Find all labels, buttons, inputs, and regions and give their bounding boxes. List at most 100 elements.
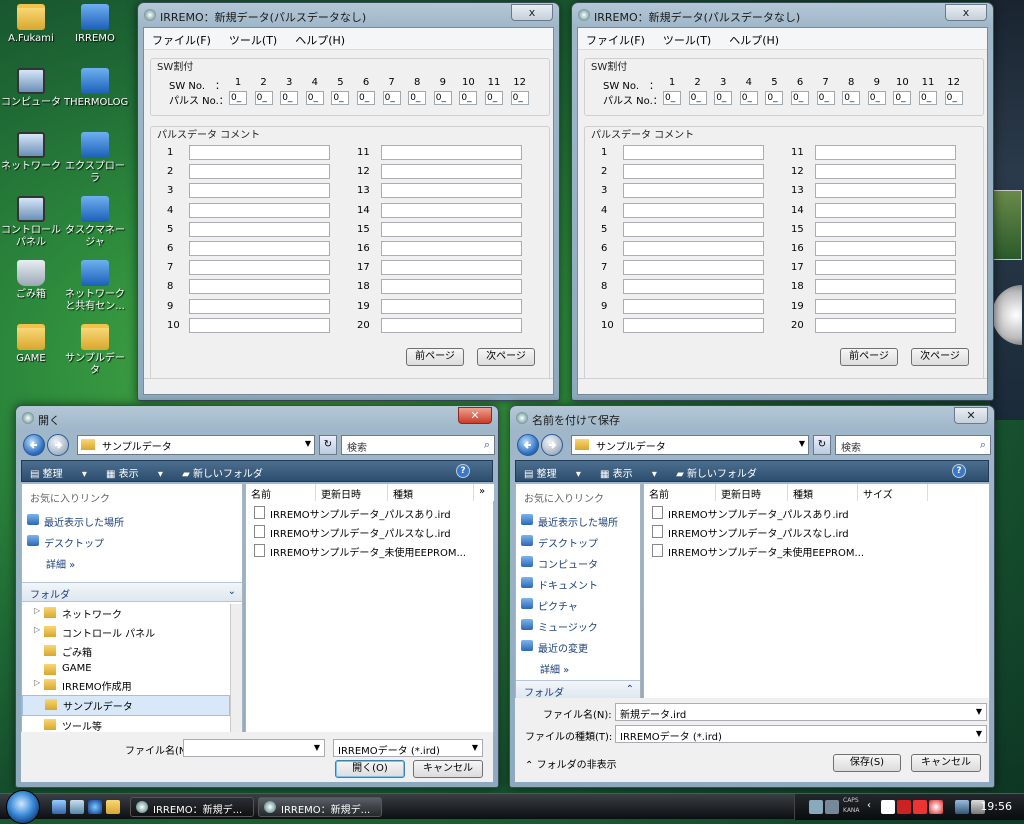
desktop-icon[interactable]: ネットワークと共有セン... bbox=[64, 260, 126, 313]
file-item[interactable]: IRREMOサンプルデータ_パルスなし.ird bbox=[254, 525, 451, 540]
view-button[interactable]: ▦ 表示 ▾ bbox=[106, 469, 163, 480]
comment-input[interactable] bbox=[623, 221, 764, 237]
pulse-input[interactable]: 0_ bbox=[459, 91, 478, 105]
back-button[interactable] bbox=[23, 434, 45, 456]
comment-input[interactable] bbox=[189, 298, 330, 314]
menu-item[interactable]: ヘルプ(H) bbox=[295, 34, 345, 47]
folder-tree-item[interactable]: ▷ IRREMO作成用 bbox=[22, 676, 230, 695]
taskbar-button-2[interactable]: IRREMO：新規デ... bbox=[258, 797, 382, 817]
comment-input[interactable] bbox=[189, 145, 330, 160]
comment-input[interactable] bbox=[623, 260, 764, 276]
folder-tree-item[interactable]: ▷ コントロール パネル bbox=[22, 623, 230, 642]
close-button[interactable]: x bbox=[945, 4, 987, 21]
desktop-icon[interactable]: THERMOLOG bbox=[64, 68, 128, 109]
comment-input[interactable] bbox=[815, 164, 956, 180]
menu-item[interactable]: ツール(T) bbox=[229, 34, 277, 47]
search-input[interactable]: 検索 ⌕ bbox=[341, 435, 495, 455]
pulse-input[interactable]: 0_ bbox=[663, 91, 681, 105]
comment-input[interactable] bbox=[189, 221, 330, 237]
comment-input[interactable] bbox=[189, 164, 330, 180]
chevron-down-icon[interactable]: ▼ bbox=[799, 439, 805, 448]
file-item[interactable]: IRREMOサンプルデータ_未使用EEPROM... bbox=[254, 544, 466, 559]
favorite-link[interactable]: ドキュメント bbox=[516, 574, 640, 595]
folder-tree-item[interactable]: サンプルデータ bbox=[22, 695, 230, 716]
comment-input[interactable] bbox=[815, 202, 956, 218]
file-item[interactable]: IRREMOサンプルデータ_パルスなし.ird bbox=[652, 525, 849, 540]
address-input[interactable]: サンプルデータ ▼ bbox=[571, 435, 809, 455]
filename-input[interactable]: 新規データ.ird ▼ bbox=[615, 703, 987, 721]
pulse-input[interactable]: 0_ bbox=[305, 91, 324, 105]
file-item[interactable]: IRREMOサンプルデータ_未使用EEPROM... bbox=[652, 544, 864, 559]
address-input[interactable]: サンプルデータ ▼ bbox=[77, 435, 315, 455]
organize-button[interactable]: ▤ 整理 ▾ bbox=[30, 469, 87, 480]
pulse-input[interactable]: 0_ bbox=[842, 91, 861, 105]
comment-input[interactable] bbox=[623, 164, 764, 180]
pulse-input[interactable]: 0_ bbox=[433, 91, 452, 105]
filetype-select[interactable]: IRREMOデータ (*.ird) ▼ bbox=[333, 739, 483, 757]
comment-input[interactable] bbox=[381, 260, 522, 276]
favorite-link[interactable]: 最近表示した場所 bbox=[22, 511, 242, 532]
comment-input[interactable] bbox=[815, 317, 956, 333]
comment-input[interactable] bbox=[381, 145, 522, 160]
chevron-right-icon[interactable]: ▷ bbox=[34, 606, 40, 615]
pulse-input[interactable]: 0_ bbox=[485, 91, 503, 105]
switch-windows-icon[interactable] bbox=[70, 800, 84, 814]
comment-input[interactable] bbox=[189, 317, 330, 333]
comment-input[interactable] bbox=[189, 241, 330, 256]
pulse-input[interactable]: 0_ bbox=[919, 91, 937, 105]
comment-input[interactable] bbox=[623, 317, 764, 333]
favorite-link[interactable]: コンピュータ bbox=[516, 553, 640, 574]
menu-item[interactable]: ファイル(F) bbox=[152, 34, 211, 47]
favorite-link[interactable]: デスクトップ bbox=[22, 532, 242, 553]
prev-page-button[interactable]: 前ページ bbox=[840, 348, 898, 366]
back-button[interactable] bbox=[517, 434, 539, 456]
pulse-input[interactable]: 0_ bbox=[331, 91, 350, 105]
menu-item[interactable]: ファイル(F) bbox=[586, 34, 645, 47]
ime-icon[interactable] bbox=[913, 800, 927, 814]
refresh-button[interactable]: ↻ bbox=[813, 435, 831, 455]
new-folder-button[interactable]: ▰ 新しいフォルダ bbox=[676, 469, 773, 480]
cancel-button[interactable]: キャンセル bbox=[413, 760, 483, 778]
desktop-icon[interactable]: サンプルデータ bbox=[64, 324, 126, 377]
tree-scrollbar[interactable] bbox=[230, 604, 242, 732]
pulse-input[interactable]: 0_ bbox=[791, 91, 809, 105]
network-icon[interactable] bbox=[955, 800, 969, 814]
menu-item[interactable]: ヘルプ(H) bbox=[729, 34, 779, 47]
comment-input[interactable] bbox=[815, 183, 956, 199]
comment-input[interactable] bbox=[815, 260, 956, 276]
comment-input[interactable] bbox=[815, 145, 956, 160]
desktop-icon[interactable]: エクスプローラ bbox=[64, 132, 126, 185]
close-button[interactable]: ✕ bbox=[954, 407, 988, 424]
ime-icon[interactable] bbox=[809, 800, 823, 814]
pulse-input[interactable]: 0_ bbox=[510, 91, 529, 105]
comment-input[interactable] bbox=[381, 279, 522, 295]
folders-header[interactable]: フォルダ ⌄ bbox=[22, 582, 242, 602]
favorite-link[interactable]: 最近表示した場所 bbox=[516, 511, 640, 532]
forward-button[interactable] bbox=[47, 434, 69, 456]
organize-button[interactable]: ▤ 整理 ▾ bbox=[524, 469, 581, 480]
comment-input[interactable] bbox=[815, 221, 956, 237]
chevron-down-icon[interactable]: ▼ bbox=[976, 729, 982, 738]
comment-input[interactable] bbox=[815, 241, 956, 256]
desktop-icon[interactable]: タスクマネージャ bbox=[64, 196, 126, 249]
help-icon[interactable]: ? bbox=[952, 464, 966, 478]
pulse-input[interactable]: 0_ bbox=[893, 91, 912, 105]
desktop-icon[interactable]: コントロールパネル bbox=[0, 196, 62, 249]
no-entry-icon[interactable] bbox=[929, 800, 943, 814]
chevron-right-icon[interactable]: ▷ bbox=[34, 678, 40, 687]
pulse-input[interactable]: 0_ bbox=[867, 91, 886, 105]
favorite-link[interactable]: ミュージック bbox=[516, 616, 640, 637]
chevron-down-icon[interactable]: ▼ bbox=[472, 743, 478, 752]
column-header[interactable]: 種類 bbox=[788, 484, 858, 501]
folder-tree-item[interactable]: ▷ ネットワーク bbox=[22, 604, 230, 623]
file-item[interactable]: IRREMOサンプルデータ_パルスあり.ird bbox=[254, 506, 451, 521]
ime-pad-icon[interactable] bbox=[897, 800, 911, 814]
favorite-link[interactable]: 最近の変更 bbox=[516, 637, 640, 658]
prev-page-button[interactable]: 前ページ bbox=[406, 348, 464, 366]
forward-button[interactable] bbox=[541, 434, 563, 456]
comment-input[interactable] bbox=[189, 183, 330, 199]
internet-explorer-icon[interactable] bbox=[88, 800, 102, 814]
pulse-input[interactable]: 0_ bbox=[357, 91, 375, 105]
chevron-down-icon[interactable]: ▼ bbox=[305, 439, 311, 448]
refresh-button[interactable]: ↻ bbox=[319, 435, 337, 455]
